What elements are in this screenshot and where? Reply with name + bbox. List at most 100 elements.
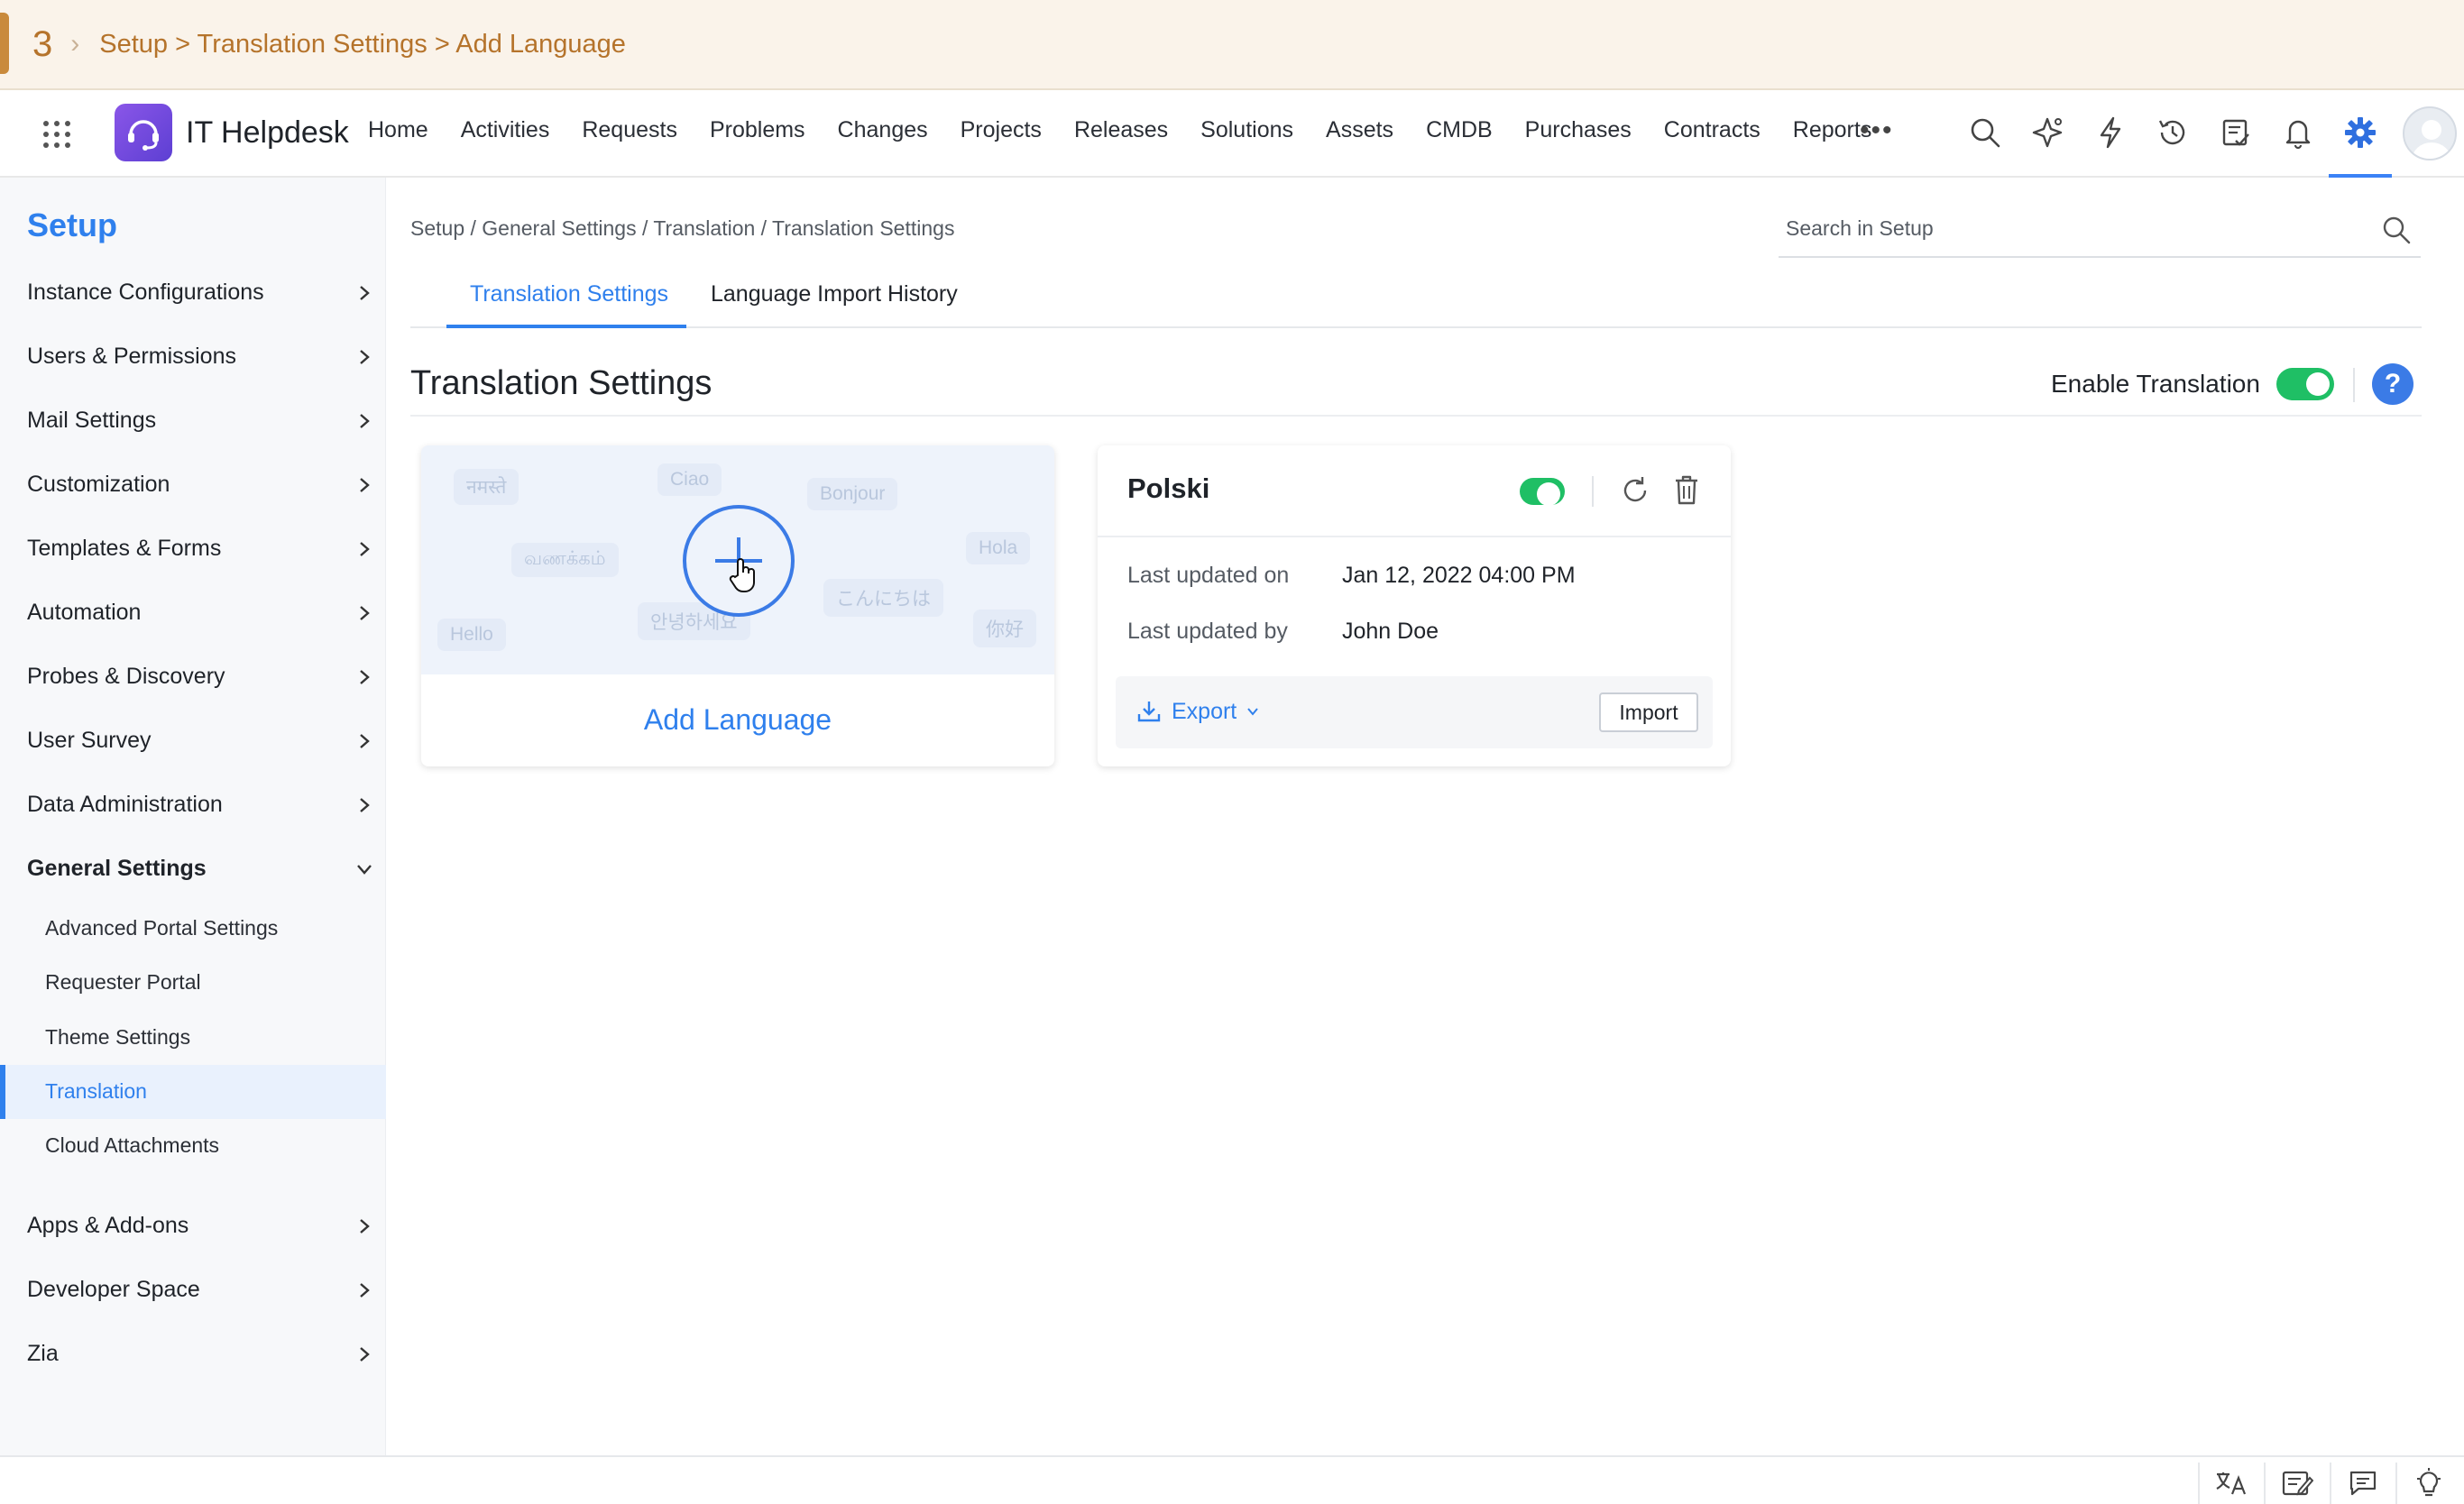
sidebar-item-label: Templates & Forms bbox=[27, 536, 222, 561]
lightning-icon[interactable] bbox=[2090, 112, 2131, 153]
greeting-bubble: வணக்கம் bbox=[511, 543, 619, 577]
nav-item-activities[interactable]: Activities bbox=[461, 117, 550, 143]
help-icon[interactable]: ? bbox=[2372, 363, 2413, 405]
sidebar-item-label: Mail Settings bbox=[27, 408, 157, 433]
language-name: Polski bbox=[1127, 472, 1210, 504]
setup-search bbox=[1779, 204, 2421, 258]
more-menu-icon[interactable]: ••• bbox=[1860, 115, 1894, 146]
sidebar-item-instance-configurations[interactable]: Instance Configurations bbox=[27, 280, 373, 306]
nav-item-projects[interactable]: Projects bbox=[961, 117, 1042, 143]
sidebar-item-user-survey[interactable]: User Survey bbox=[27, 728, 373, 754]
chevron-right-icon bbox=[355, 284, 373, 302]
sidebar-item-apps-addons[interactable]: Apps & Add-ons bbox=[27, 1213, 373, 1239]
history-icon[interactable] bbox=[2152, 112, 2193, 153]
enable-translation-toggle[interactable] bbox=[2276, 368, 2334, 400]
step-breadcrumb: Setup > Translation Settings > Add Langu… bbox=[99, 29, 626, 59]
last-updated-on-value: Jan 12, 2022 04:00 PM bbox=[1342, 563, 1576, 588]
translate-icon[interactable] bbox=[2198, 1463, 2263, 1504]
add-language-label[interactable]: Add Language bbox=[421, 703, 1054, 737]
chevron-right-icon bbox=[355, 348, 373, 366]
sidebar-item-label: Instance Configurations bbox=[27, 280, 264, 305]
chevron-right-icon bbox=[355, 732, 373, 750]
refresh-icon[interactable] bbox=[1619, 474, 1651, 511]
sidebar-item-data-administration[interactable]: Data Administration bbox=[27, 792, 373, 818]
sidebar-item-label: Automation bbox=[27, 600, 142, 625]
app-switcher-icon[interactable] bbox=[43, 121, 70, 148]
sidebar-subitem-cloud-attachments[interactable]: Cloud Attachments bbox=[45, 1133, 219, 1158]
import-button[interactable]: Import bbox=[1599, 692, 1698, 732]
search-icon[interactable] bbox=[1964, 112, 2006, 153]
sidebar-item-general-settings[interactable]: General Settings bbox=[27, 856, 373, 882]
sidebar-item-label: Probes & Discovery bbox=[27, 664, 225, 689]
nav-item-releases[interactable]: Releases bbox=[1074, 117, 1168, 143]
tasks-icon[interactable] bbox=[2215, 112, 2257, 153]
export-label: Export bbox=[1172, 698, 1237, 724]
greeting-bubble: Hello bbox=[437, 619, 506, 651]
chevron-right-icon bbox=[355, 796, 373, 814]
nav-item-contracts[interactable]: Contracts bbox=[1664, 117, 1761, 143]
sidebar-item-automation[interactable]: Automation bbox=[27, 600, 373, 626]
last-updated-on-label: Last updated on bbox=[1127, 563, 1290, 588]
notes-icon[interactable] bbox=[2264, 1463, 2329, 1504]
step-banner: 3 › Setup > Translation Settings > Add L… bbox=[0, 0, 2464, 90]
nav-item-problems[interactable]: Problems bbox=[710, 117, 805, 143]
sidebar-item-users-permissions[interactable]: Users & Permissions bbox=[27, 344, 373, 370]
sidebar-item-customization[interactable]: Customization bbox=[27, 472, 373, 498]
avatar[interactable] bbox=[2403, 106, 2457, 160]
language-enable-toggle[interactable] bbox=[1520, 478, 1565, 506]
chat-icon[interactable] bbox=[2330, 1463, 2395, 1504]
last-updated-by-label: Last updated by bbox=[1127, 619, 1288, 644]
tab-translation-settings[interactable]: Translation Settings bbox=[470, 281, 668, 307]
search-icon[interactable] bbox=[2381, 215, 2412, 250]
greeting-bubble: こんにちは bbox=[823, 579, 943, 617]
chevron-down-icon bbox=[355, 860, 373, 878]
zia-sparkle-icon[interactable] bbox=[2027, 112, 2068, 153]
tab-bar: Translation Settings Language Import His… bbox=[410, 271, 2422, 328]
breadcrumb: Setup / General Settings / Translation /… bbox=[410, 216, 955, 240]
nav-item-requests[interactable]: Requests bbox=[582, 117, 677, 143]
trash-icon[interactable] bbox=[1671, 472, 1702, 511]
page-title: Translation Settings bbox=[410, 364, 713, 402]
export-dropdown[interactable]: Export bbox=[1135, 698, 1260, 725]
search-input[interactable] bbox=[1786, 216, 2327, 241]
greeting-bubble: Bonjour bbox=[807, 478, 898, 510]
title-divider bbox=[410, 415, 2422, 417]
greeting-bubble: नमस्ते bbox=[454, 469, 519, 505]
sidebar-item-developer-space[interactable]: Developer Space bbox=[27, 1277, 373, 1303]
tab-language-import-history[interactable]: Language Import History bbox=[711, 281, 958, 307]
sidebar-item-probes-discovery[interactable]: Probes & Discovery bbox=[27, 664, 373, 690]
chevron-right-icon bbox=[355, 1217, 373, 1235]
last-updated-by-value: John Doe bbox=[1342, 619, 1439, 644]
sidebar-subitem-advanced-portal-settings[interactable]: Advanced Portal Settings bbox=[45, 916, 278, 940]
nav-item-purchases[interactable]: Purchases bbox=[1525, 117, 1632, 143]
nav-item-changes[interactable]: Changes bbox=[838, 117, 928, 143]
enable-translation-label: Enable Translation bbox=[2051, 370, 2260, 398]
nav-item-home[interactable]: Home bbox=[368, 117, 428, 143]
sidebar-subitem-translation[interactable]: Translation bbox=[45, 1079, 147, 1104]
page: { "step": { "number": "3", "crumb": "Set… bbox=[0, 0, 2464, 1504]
sidebar-item-label: General Settings bbox=[27, 856, 207, 881]
nav-item-solutions[interactable]: Solutions bbox=[1200, 117, 1293, 143]
chevron-right-icon bbox=[355, 1345, 373, 1363]
main-menu: Home Activities Requests Problems Change… bbox=[368, 117, 1904, 143]
bell-icon[interactable] bbox=[2277, 112, 2319, 153]
download-icon bbox=[1137, 702, 1161, 722]
sidebar-subitem-theme-settings[interactable]: Theme Settings bbox=[45, 1025, 190, 1050]
sidebar-item-zia[interactable]: Zia bbox=[27, 1341, 373, 1367]
sidebar-item-mail-settings[interactable]: Mail Settings bbox=[27, 408, 373, 434]
sidebar-item-templates-forms[interactable]: Templates & Forms bbox=[27, 536, 373, 562]
sidebar-item-label: Zia bbox=[27, 1341, 59, 1366]
add-language-card[interactable]: नमस्ते Ciao Bonjour வணக்கம் Hola こんにちは H… bbox=[421, 445, 1054, 766]
language-card-footer: Export Import bbox=[1116, 676, 1713, 748]
language-card: Polski Last updated on Jan 12, 2022 04:0… bbox=[1098, 445, 1731, 766]
lightbulb-icon[interactable] bbox=[2395, 1463, 2460, 1504]
setup-sidebar: Setup Instance Configurations Users & Pe… bbox=[0, 178, 386, 1456]
nav-item-assets[interactable]: Assets bbox=[1326, 117, 1393, 143]
gear-icon bbox=[2345, 116, 2376, 148]
top-navigation: IT Helpdesk Home Activities Requests Pro… bbox=[0, 90, 2464, 178]
sidebar-subitem-requester-portal[interactable]: Requester Portal bbox=[45, 970, 201, 995]
card-header-divider bbox=[1592, 476, 1594, 507]
setup-gear-button[interactable] bbox=[2329, 90, 2392, 178]
sidebar-item-label: Users & Permissions bbox=[27, 344, 236, 369]
nav-item-cmdb[interactable]: CMDB bbox=[1426, 117, 1493, 143]
